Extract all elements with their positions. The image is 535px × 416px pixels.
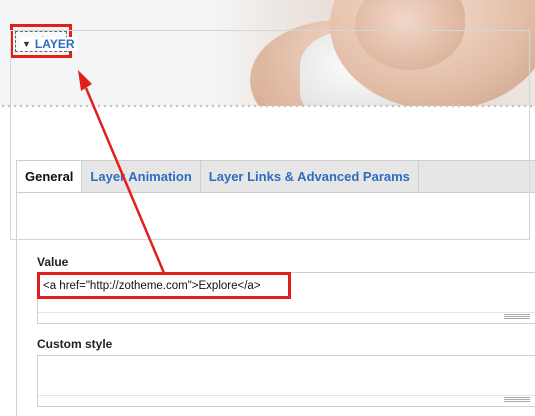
layer-section-toggle[interactable]: ▼ LAYER <box>20 37 77 51</box>
value-label: Value <box>37 255 69 269</box>
textarea-divider <box>38 395 535 396</box>
value-text: <a href="http://zotheme.com">Explore</a> <box>43 279 261 292</box>
layer-section-title: LAYER <box>34 37 75 51</box>
value-highlight-box: <a href="http://zotheme.com">Explore</a> <box>37 272 291 299</box>
caret-down-icon: ▼ <box>22 39 31 49</box>
resize-handle-icon[interactable] <box>504 314 530 320</box>
layer-fieldset <box>10 30 530 240</box>
custom-style-label: Custom style <box>37 337 113 351</box>
textarea-divider <box>38 312 535 313</box>
custom-style-textarea[interactable] <box>37 355 535 407</box>
resize-handle-icon[interactable] <box>504 397 530 403</box>
